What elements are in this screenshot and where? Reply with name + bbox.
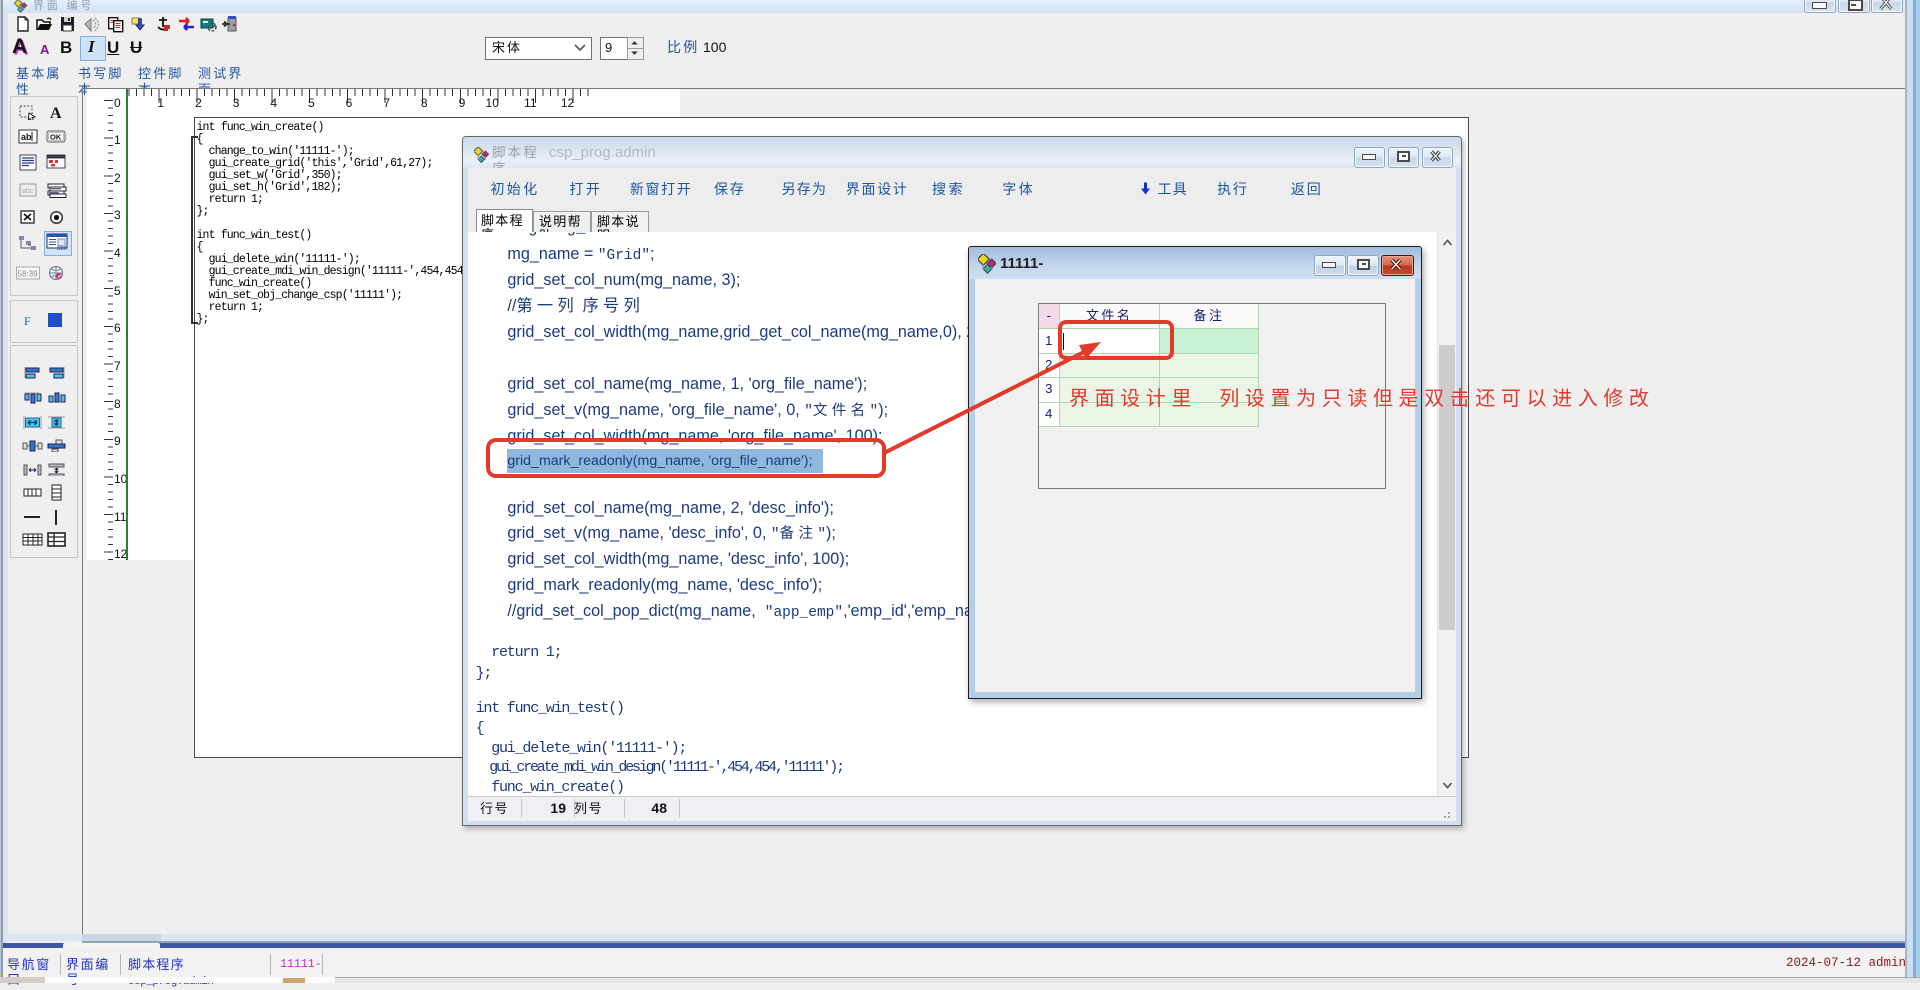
svg-text:abc: abc <box>57 246 67 251</box>
svg-text:ab: ab <box>21 132 32 142</box>
svg-text:abc: abc <box>22 188 34 195</box>
svg-text:A: A <box>50 105 62 120</box>
svg-text:F: F <box>24 314 31 327</box>
svg-text:58:39: 58:39 <box>18 270 39 279</box>
svg-text:OK: OK <box>50 133 62 142</box>
